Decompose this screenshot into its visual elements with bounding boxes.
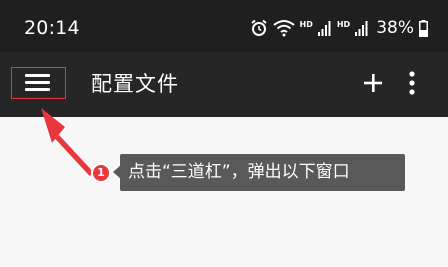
annotation-arrow xyxy=(41,108,94,176)
step-number-badge: 1 xyxy=(91,163,111,183)
instruction-tooltip: 点击“三道杠”，弹出以下窗口 xyxy=(120,154,405,191)
